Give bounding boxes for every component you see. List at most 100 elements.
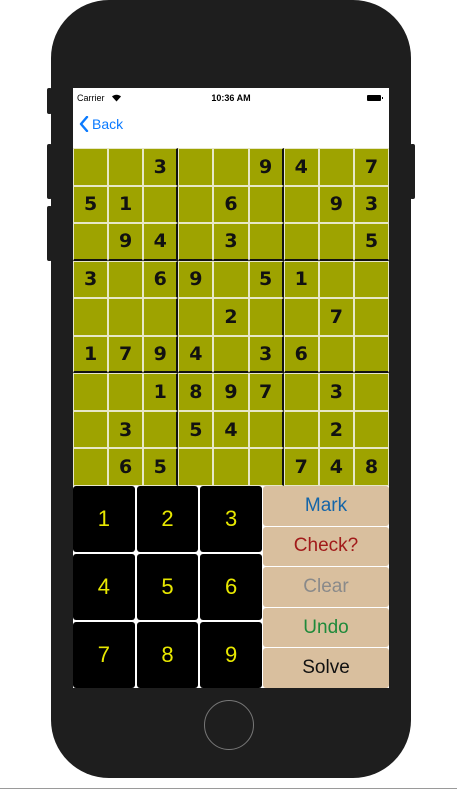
sudoku-cell[interactable]: 4: [143, 223, 179, 261]
sudoku-cell[interactable]: [353, 298, 389, 336]
sudoku-cell[interactable]: 6: [143, 260, 179, 299]
sudoku-cell[interactable]: [73, 410, 109, 449]
sudoku-cell[interactable]: [143, 410, 179, 449]
sudoku-cell[interactable]: [248, 223, 284, 261]
number-keypad: 123456789: [73, 486, 262, 688]
sudoku-cell[interactable]: 3: [213, 223, 249, 261]
sudoku-cell[interactable]: [143, 298, 179, 336]
check-button[interactable]: Check?: [263, 526, 389, 567]
power-button: [410, 144, 415, 199]
sudoku-cell[interactable]: [143, 185, 179, 224]
sudoku-cell[interactable]: [73, 223, 109, 261]
sudoku-cell[interactable]: [248, 298, 284, 336]
sudoku-cell[interactable]: 4: [318, 448, 354, 486]
sudoku-cell[interactable]: [178, 298, 214, 336]
sudoku-cell[interactable]: [213, 148, 249, 186]
number-key-1[interactable]: 1: [73, 486, 135, 552]
sudoku-cell[interactable]: 8: [353, 448, 389, 486]
sudoku-cell[interactable]: 6: [283, 335, 319, 374]
sudoku-grid: 3947516939435369512717943618973354265748: [73, 148, 389, 486]
sudoku-cell[interactable]: [178, 185, 214, 224]
sudoku-cell[interactable]: 4: [213, 410, 249, 449]
number-key-6[interactable]: 6: [200, 554, 262, 620]
sudoku-cell[interactable]: 3: [353, 185, 389, 224]
sudoku-cell[interactable]: 1: [143, 373, 179, 411]
sudoku-cell[interactable]: 9: [143, 335, 179, 374]
sudoku-cell[interactable]: 3: [143, 148, 179, 186]
sudoku-cell[interactable]: [318, 335, 354, 374]
sudoku-cell[interactable]: 8: [178, 373, 214, 411]
sudoku-cell[interactable]: 7: [318, 298, 354, 336]
sudoku-cell[interactable]: [213, 448, 249, 486]
sudoku-cell[interactable]: 7: [283, 448, 319, 486]
sudoku-cell[interactable]: [178, 223, 214, 261]
sudoku-cell[interactable]: [353, 410, 389, 449]
sudoku-cell[interactable]: [178, 148, 214, 186]
sudoku-cell[interactable]: [318, 148, 354, 186]
sudoku-cell[interactable]: 3: [248, 335, 284, 374]
sudoku-cell[interactable]: [213, 335, 249, 374]
sudoku-cell[interactable]: 4: [178, 335, 214, 374]
sudoku-cell[interactable]: 9: [248, 148, 284, 186]
sudoku-cell[interactable]: [248, 185, 284, 224]
sudoku-cell[interactable]: 7: [353, 148, 389, 186]
number-key-9[interactable]: 9: [200, 622, 262, 688]
sudoku-cell[interactable]: [318, 260, 354, 299]
sudoku-cell[interactable]: [353, 260, 389, 299]
sudoku-cell[interactable]: 5: [178, 410, 214, 449]
sudoku-cell[interactable]: [283, 298, 319, 336]
sudoku-cell[interactable]: [73, 448, 109, 486]
number-key-5[interactable]: 5: [136, 554, 199, 620]
sudoku-cell[interactable]: [283, 410, 319, 449]
sudoku-cell[interactable]: 3: [108, 410, 144, 449]
sudoku-cell[interactable]: [283, 185, 319, 224]
sudoku-cell[interactable]: 9: [108, 223, 144, 261]
sudoku-cell[interactable]: [213, 260, 249, 299]
sudoku-cell[interactable]: 9: [213, 373, 249, 411]
sudoku-cell[interactable]: [283, 373, 319, 411]
sudoku-cell[interactable]: 2: [318, 410, 354, 449]
solve-button[interactable]: Solve: [263, 648, 389, 688]
sudoku-cell[interactable]: 3: [73, 260, 109, 299]
sudoku-cell[interactable]: 9: [178, 260, 214, 299]
sudoku-cell[interactable]: [318, 223, 354, 261]
sudoku-cell[interactable]: 2: [213, 298, 249, 336]
sudoku-cell[interactable]: [353, 373, 389, 411]
sudoku-cell[interactable]: 6: [213, 185, 249, 224]
sudoku-cell[interactable]: 5: [248, 260, 284, 299]
sudoku-cell[interactable]: 6: [108, 448, 144, 486]
sudoku-cell[interactable]: 7: [108, 335, 144, 374]
home-button[interactable]: [204, 700, 254, 750]
number-key-8[interactable]: 8: [136, 622, 199, 688]
sudoku-cell[interactable]: 1: [108, 185, 144, 224]
back-button[interactable]: Back: [79, 116, 123, 132]
sudoku-cell[interactable]: [73, 373, 109, 411]
sudoku-cell[interactable]: [248, 410, 284, 449]
number-key-7[interactable]: 7: [73, 622, 135, 688]
sudoku-cell[interactable]: [73, 148, 109, 186]
sudoku-cell[interactable]: 5: [143, 448, 179, 486]
sudoku-cell[interactable]: 9: [318, 185, 354, 224]
sudoku-cell[interactable]: [108, 260, 144, 299]
sudoku-cell[interactable]: 5: [73, 185, 109, 224]
sudoku-cell[interactable]: 3: [318, 373, 354, 411]
sudoku-cell[interactable]: [73, 298, 109, 336]
number-key-3[interactable]: 3: [200, 486, 262, 552]
sudoku-cell[interactable]: [108, 148, 144, 186]
sudoku-cell[interactable]: [248, 448, 284, 486]
number-key-4[interactable]: 4: [73, 554, 135, 620]
sudoku-cell[interactable]: [108, 373, 144, 411]
number-key-2[interactable]: 2: [136, 486, 199, 552]
sudoku-cell[interactable]: [353, 335, 389, 374]
sudoku-cell[interactable]: 4: [283, 148, 319, 186]
sudoku-cell[interactable]: [108, 298, 144, 336]
sudoku-cell[interactable]: 7: [248, 373, 284, 411]
sudoku-cell[interactable]: 5: [353, 223, 389, 261]
sudoku-cell[interactable]: [178, 448, 214, 486]
sudoku-cell[interactable]: [283, 223, 319, 261]
undo-button[interactable]: Undo: [263, 607, 389, 648]
clear-button[interactable]: Clear: [263, 567, 389, 607]
sudoku-cell[interactable]: 1: [283, 260, 319, 299]
sudoku-cell[interactable]: 1: [73, 335, 109, 374]
mark-button[interactable]: Mark: [263, 486, 389, 526]
